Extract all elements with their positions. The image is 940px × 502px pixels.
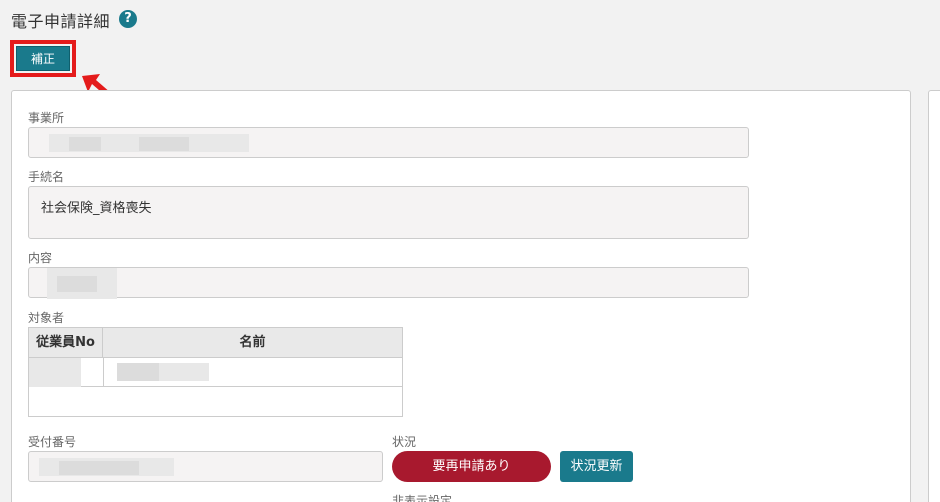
receipt-label: 受付番号	[28, 435, 77, 449]
status-label: 状況	[392, 435, 417, 449]
subjects-table: 従業員No 名前	[28, 327, 403, 417]
procedure-value: 社会保険_資格喪失	[41, 201, 152, 216]
page-title: 電子申請詳細	[11, 12, 111, 31]
content-field	[28, 267, 749, 299]
subjects-label: 対象者	[28, 311, 65, 325]
column-header-name: 名前	[239, 335, 266, 350]
table-header: 従業員No 名前	[29, 328, 402, 358]
content-label: 内容	[28, 251, 53, 265]
redacted-block	[139, 137, 189, 151]
hidden-setting-label: 非表示設定	[392, 494, 453, 502]
office-label: 事業所	[28, 111, 65, 125]
redacted-block	[29, 358, 81, 387]
redacted-block	[69, 137, 101, 151]
procedure-label: 手続名	[28, 170, 65, 184]
redacted-block	[59, 461, 139, 475]
office-field	[28, 127, 749, 158]
redacted-block	[57, 276, 97, 292]
side-panel	[928, 90, 940, 502]
status-badge-button[interactable]: 要再申請あり	[392, 451, 551, 482]
help-icon[interactable]: ?	[119, 10, 137, 28]
table-row[interactable]	[29, 358, 402, 387]
redacted-block	[159, 363, 209, 381]
update-status-button[interactable]: 状況更新	[560, 451, 633, 482]
correction-button[interactable]: 補正	[16, 46, 70, 71]
receipt-field	[28, 451, 383, 482]
redacted-block	[117, 363, 159, 381]
column-header-employee-no: 従業員No	[29, 328, 103, 358]
column-divider	[103, 358, 104, 387]
procedure-field: 社会保険_資格喪失	[28, 186, 749, 239]
